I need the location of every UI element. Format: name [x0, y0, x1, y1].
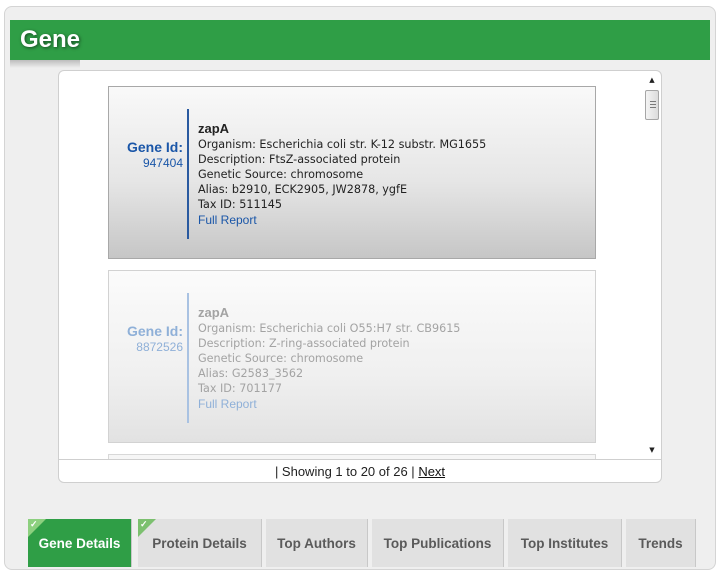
tab-label: Top Publications: [383, 536, 492, 551]
gene-id-value[interactable]: 8872526: [109, 339, 183, 355]
gene-alias: Alias: b2910, ECK2905, JW2878, ygfE: [198, 183, 408, 196]
tab-top-institutes[interactable]: Top Institutes: [508, 519, 622, 567]
gene-source: Genetic Source: chromosome: [198, 352, 364, 365]
header-shadow: [10, 60, 80, 68]
gene-info: zapA Organism: Escherichia coli O55:H7 s…: [198, 305, 460, 412]
grip-line: [650, 104, 656, 105]
grip-line: [650, 101, 656, 102]
page-header: Gene: [10, 20, 710, 60]
tab-top-authors[interactable]: Top Authors: [266, 519, 368, 567]
pagination-status: | Showing 1 to 20 of 26 |: [274, 464, 415, 479]
gene-name: zapA: [198, 121, 230, 136]
next-page-link[interactable]: Next: [418, 464, 445, 479]
gene-id-label: Gene Id:: [126, 139, 183, 155]
full-report-link[interactable]: Full Report: [198, 212, 486, 228]
gene-name: zapA: [198, 305, 230, 320]
gene-organism: Organism: Escherichia coli str. K-12 sub…: [198, 138, 487, 151]
tab-label: Top Authors: [277, 536, 356, 551]
card-divider: [187, 109, 189, 239]
gene-alias: Alias: G2583_3562: [198, 367, 304, 380]
gene-tax-id: Tax ID: 701177: [198, 382, 282, 395]
result-card: Gene Id: 947404 zapA Organism: Escherich…: [108, 86, 596, 259]
gene-organism: Organism: Escherichia coli O55:H7 str. C…: [198, 322, 461, 335]
scroll-thumb[interactable]: [645, 90, 659, 120]
result-card: Gene Id: 8872526 zapA Organism: Escheric…: [108, 270, 596, 443]
arrow-up-icon[interactable]: ▲: [644, 73, 660, 87]
tab-label: Trends: [638, 536, 683, 551]
gene-description: Description: FtsZ-associated protein: [198, 153, 401, 166]
arrow-down-icon[interactable]: ▼: [644, 443, 660, 457]
tab-top-publications[interactable]: Top Publications: [372, 519, 504, 567]
gene-id-value[interactable]: 947404: [109, 155, 183, 171]
full-report-link[interactable]: Full Report: [198, 396, 460, 412]
results-scrollbar[interactable]: ▲ ▼: [644, 73, 660, 457]
gene-id: Gene Id: 947404: [109, 139, 183, 171]
results-panel: Gene Id: 947404 zapA Organism: Escherich…: [58, 70, 662, 460]
tab-gene-details[interactable]: ✓ Gene Details: [28, 519, 132, 567]
tab-trends[interactable]: Trends: [626, 519, 696, 567]
gene-tax-id: Tax ID: 511145: [198, 198, 282, 211]
grip-line: [650, 107, 656, 108]
check-mark: ✓: [140, 519, 148, 529]
card-divider: [187, 293, 189, 423]
tab-protein-details[interactable]: ✓ Protein Details: [138, 519, 262, 567]
tab-label: Protein Details: [152, 536, 247, 551]
gene-info: zapA Organism: Escherichia coli str. K-1…: [198, 121, 486, 228]
tab-bar: ✓ Gene Details ✓ Protein Details Top Aut…: [10, 519, 710, 567]
gene-source: Genetic Source: chromosome: [198, 168, 364, 181]
gene-description: Description: Z-ring-associated protein: [198, 337, 410, 350]
check-mark: ✓: [30, 519, 38, 529]
gene-id-label: Gene Id:: [126, 323, 183, 339]
pagination: | Showing 1 to 20 of 26 | Next: [58, 459, 662, 483]
gene-id: Gene Id: 8872526: [109, 323, 183, 355]
page-title: Gene: [20, 26, 81, 53]
tab-label: Top Institutes: [520, 536, 609, 551]
tab-label: Gene Details: [38, 536, 121, 551]
